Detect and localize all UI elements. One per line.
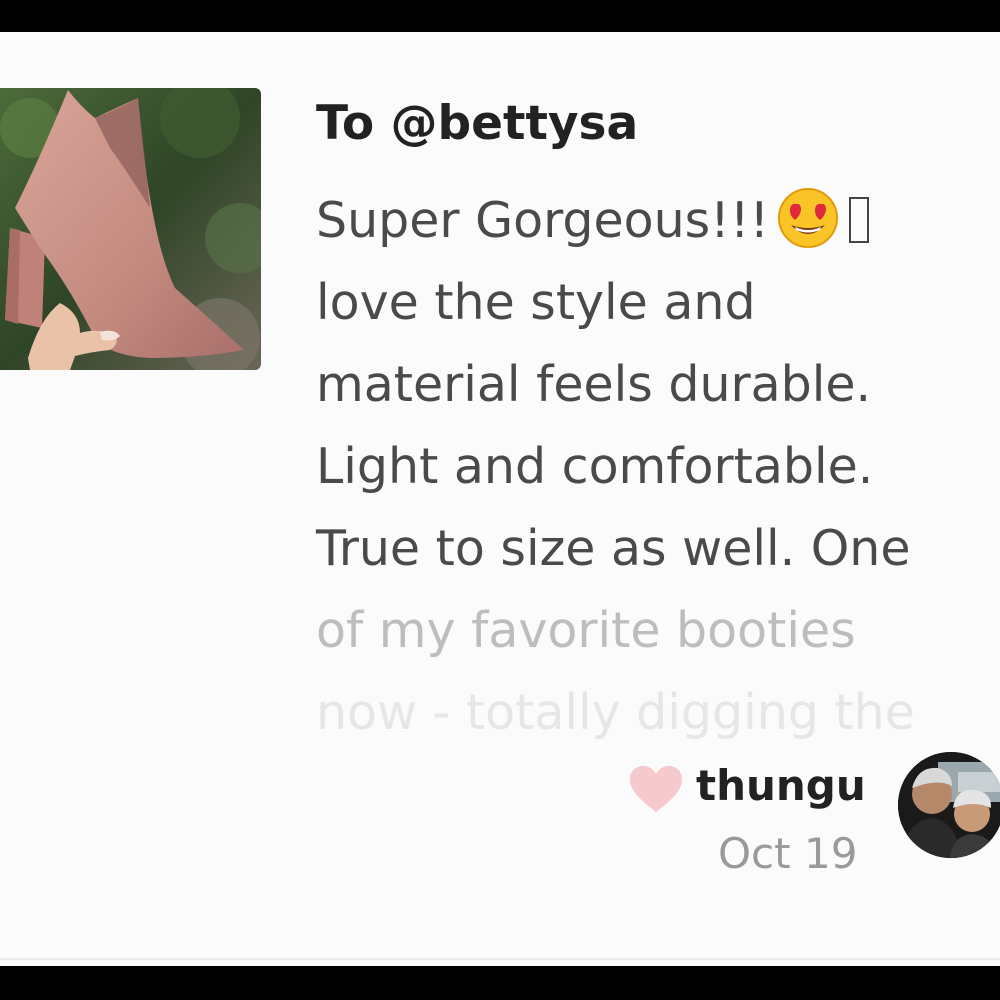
review-line-faded: now - totally digging the: [316, 684, 915, 741]
top-black-bar: [0, 0, 1000, 32]
review-line-faded: of my favorite booties: [316, 602, 856, 659]
user-avatar-photo: [898, 752, 1000, 858]
review-line: material feels durable.: [316, 356, 872, 413]
review-line: Super Gorgeous!!!: [316, 180, 1000, 262]
review-line: Light and comfortable.: [316, 438, 874, 495]
review-card: To @bettysa Super Gorgeous!!! love the s…: [0, 32, 1000, 966]
author-username[interactable]: thungu: [696, 756, 866, 816]
heart-eyes-emoji-icon: [778, 188, 839, 248]
review-line: love the style and: [316, 274, 756, 331]
bottom-black-bar: [0, 966, 1000, 1000]
divider: [0, 958, 1000, 960]
pink-ankle-bootie-photo: [0, 88, 261, 370]
product-thumbnail[interactable]: [0, 88, 261, 370]
review-date: Oct 19: [718, 829, 858, 878]
avatar[interactable]: [898, 752, 1000, 858]
review-text: Super Gorgeous!!! love the style and mat…: [316, 180, 1000, 754]
review-line-text: Super Gorgeous!!!: [316, 192, 770, 249]
unrendered-glyph-icon: [849, 197, 870, 243]
heart-icon[interactable]: [628, 764, 684, 814]
review-line: True to size as well. One: [316, 520, 911, 577]
review-recipient[interactable]: To @bettysa: [316, 94, 638, 154]
